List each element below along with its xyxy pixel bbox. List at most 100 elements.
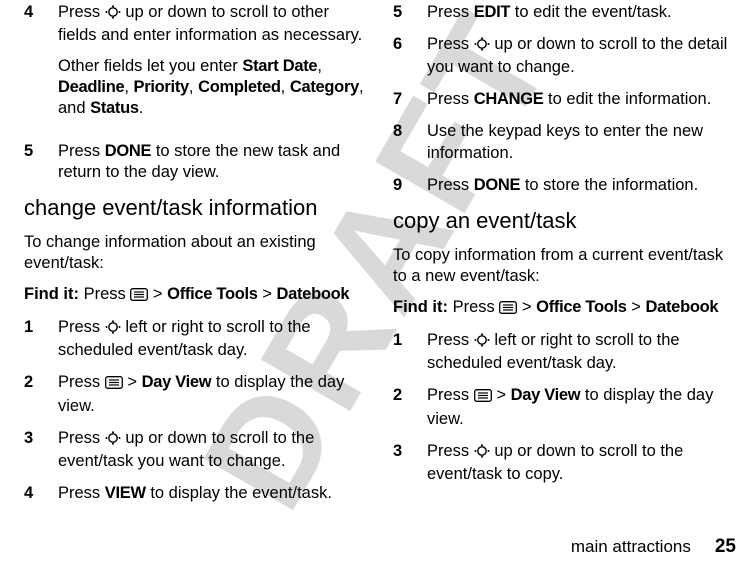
nav-key-icon [474,443,490,464]
menu-key-icon [105,374,123,395]
step-number: 3 [24,428,58,472]
step-5: 5 Press DONE to store the new task and r… [24,141,369,183]
heading-change-event: change event/task information [24,194,369,222]
softkey-change: CHANGE [474,90,544,108]
softkey-done: DONE [105,142,151,160]
two-column-layout: 4 Press up or down to scroll to other fi… [24,0,738,530]
text: , [281,78,290,96]
menu-key-icon [130,286,148,307]
step-body: Press up or down to scroll to the detail… [427,34,738,78]
text: Press [58,484,105,502]
text: > [517,298,536,316]
text: to edit the event/task. [510,3,671,21]
step-number: 2 [24,372,58,416]
change-step-3: 3 Press up or down to scroll to the even… [24,428,369,472]
page-footer: main attractions 25 [24,530,738,566]
heading-copy-event: copy an event/task [393,207,738,235]
menu-office-tools: Office Tools [167,285,258,303]
text: Other fields let you enter [58,57,242,75]
find-it-label: Find it: [393,298,448,316]
text: Press [58,318,105,336]
nav-key-icon [105,430,121,451]
text: Press [427,386,474,404]
change-step-8: 8 Use the keypad keys to enter the new i… [393,121,738,163]
text: to display the event/task. [146,484,332,502]
step-body: Press DONE to store the information. [427,175,738,196]
change-step-6: 6 Press up or down to scroll to the deta… [393,34,738,78]
copy-step-3: 3 Press up or down to scroll to the even… [393,441,738,485]
left-column: 4 Press up or down to scroll to other fi… [24,2,369,530]
step-body: Press up or down to scroll to the event/… [58,428,369,472]
menu-office-tools: Office Tools [536,298,627,316]
text: Press [58,373,105,391]
nav-key-icon [105,319,121,340]
field-status: Status [90,99,139,117]
text: Press [427,90,474,108]
text: . [139,99,144,117]
change-step-7: 7 Press CHANGE to edit the information. [393,89,738,110]
text: > [627,298,646,316]
change-step-5: 5 Press EDIT to edit the event/task. [393,2,738,23]
step-body: Press up or down to scroll to other fiel… [58,2,369,130]
copy-step-2: 2 Press > Day View to display the day vi… [393,385,738,429]
menu-datebook: Datebook [277,285,350,303]
text: > [258,285,277,303]
nav-key-icon [474,36,490,57]
text: Press [58,3,105,21]
text: > [148,285,167,303]
text: Press [427,3,474,21]
menu-key-icon [474,387,492,408]
step-number: 1 [24,317,58,361]
change-step-1: 1 Press left or right to scroll to the s… [24,317,369,361]
step-number: 7 [393,89,427,110]
step-body: Use the keypad keys to enter the new inf… [427,121,738,163]
step-body: Press CHANGE to edit the information. [427,89,738,110]
step-body: Press left or right to scroll to the sch… [427,330,738,374]
step-number: 1 [393,330,427,374]
intro-text: To copy information from a current event… [393,245,738,287]
field-completed: Completed [198,78,281,96]
copy-step-1: 1 Press left or right to scroll to the s… [393,330,738,374]
step-4-continued: 4 Press up or down to scroll to other fi… [24,2,369,130]
text: Press [427,176,474,194]
step-number: 4 [24,2,58,130]
menu-day-view: Day View [511,386,581,404]
find-it-line: Find it: Press > Office Tools > Datebook [24,284,369,307]
change-step-4: 4 Press VIEW to display the event/task. [24,483,369,504]
text: Press [427,35,474,53]
step-body: Press > Day View to display the day view… [427,385,738,429]
menu-datebook: Datebook [646,298,719,316]
intro-text: To change information about an existing … [24,232,369,274]
change-step-9: 9 Press DONE to store the information. [393,175,738,196]
find-it-label: Find it: [24,285,79,303]
footer-section-label: main attractions [571,537,691,557]
field-startdate: Start Date [242,57,317,75]
step-number: 6 [393,34,427,78]
step-body: Press DONE to store the new task and ret… [58,141,369,183]
text: Press [58,142,105,160]
text: > [123,373,142,391]
page-number: 25 [715,536,736,558]
step-number: 5 [24,141,58,183]
step-number: 5 [393,2,427,23]
field-category: Category [290,78,359,96]
field-priority: Priority [134,78,189,96]
text: > [492,386,511,404]
step-body: Press > Day View to display the day view… [58,372,369,416]
step-body: Press VIEW to display the event/task. [58,483,369,504]
text: , [124,78,133,96]
step-number: 2 [393,385,427,429]
text: to edit the information. [543,90,711,108]
change-step-2: 2 Press > Day View to display the day vi… [24,372,369,416]
nav-key-icon [105,4,121,25]
text: , [317,57,322,75]
step-number: 4 [24,483,58,504]
text: Press [448,298,499,316]
step-number: 9 [393,175,427,196]
find-it-line: Find it: Press > Office Tools > Datebook [393,297,738,320]
page-container: 4 Press up or down to scroll to other fi… [0,0,756,566]
right-column: 5 Press EDIT to edit the event/task. 6 P… [393,2,738,530]
step-number: 8 [393,121,427,163]
nav-key-icon [474,332,490,353]
text: Press [58,429,105,447]
